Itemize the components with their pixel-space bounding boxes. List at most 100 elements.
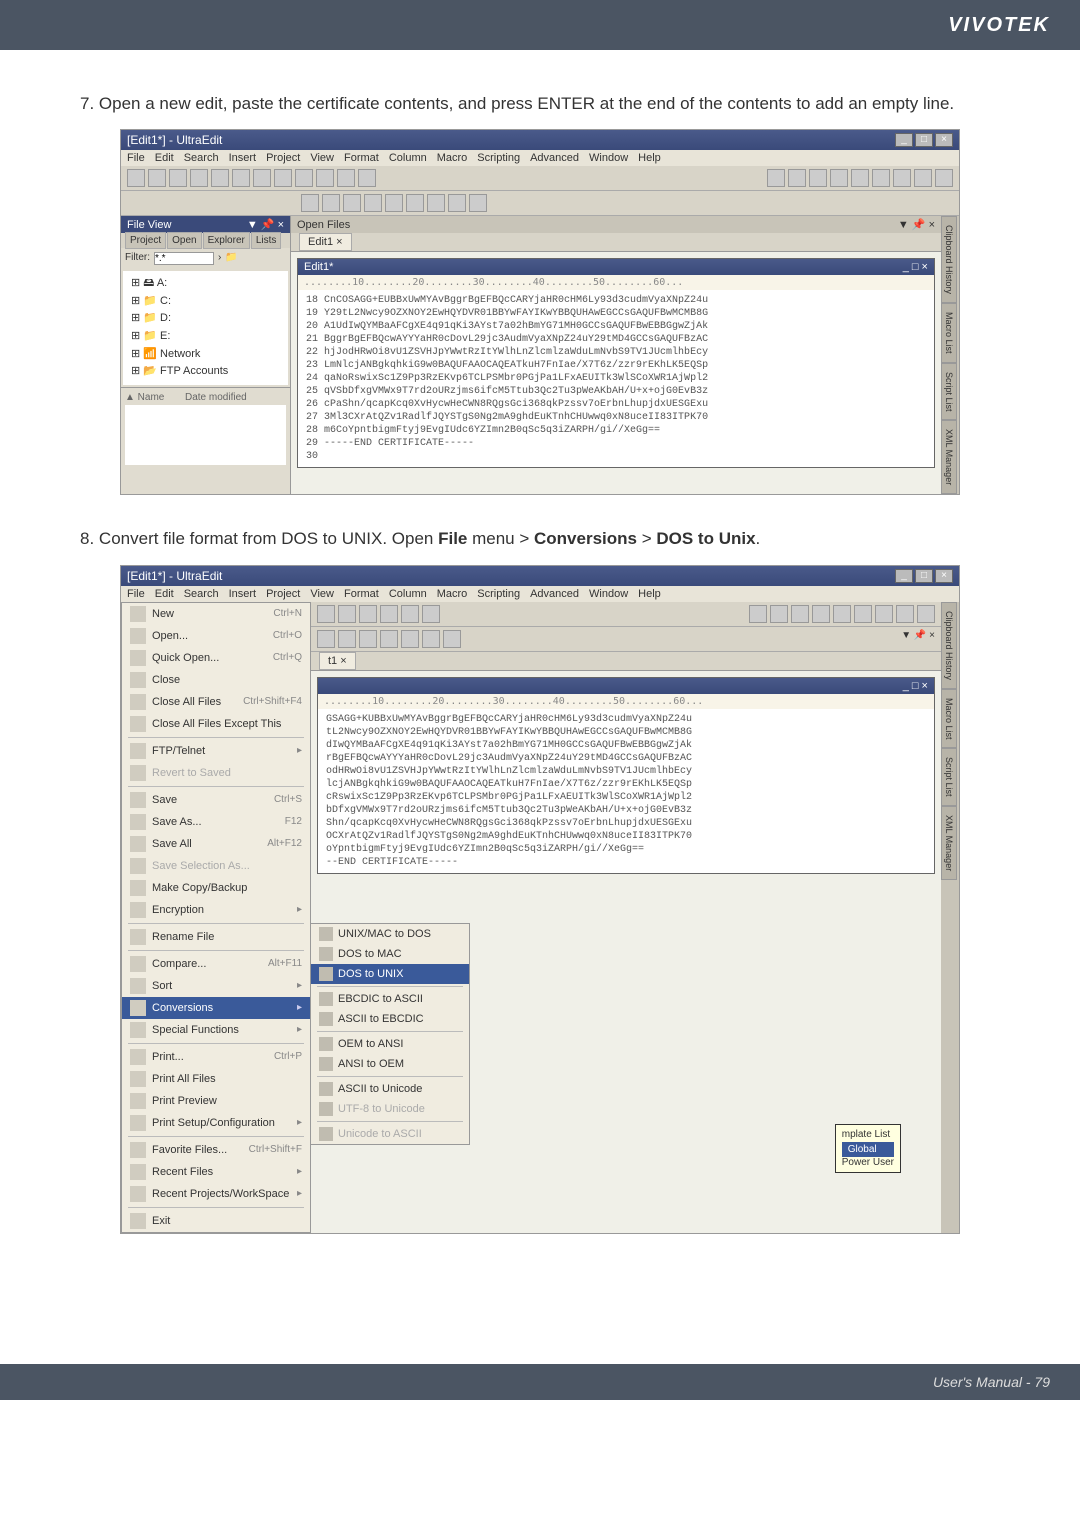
menu-search[interactable]: Search xyxy=(184,588,219,600)
toolbar-icon[interactable] xyxy=(127,169,145,187)
ss1-tree[interactable]: ⊞ 🖴 A:⊞ 📁 C:⊞ 📁 D:⊞ 📁 E:⊞ 📶 Network⊞ 📂 F… xyxy=(123,271,288,385)
menuitem-new[interactable]: NewCtrl+N xyxy=(122,603,310,625)
menuitem-recent-files[interactable]: Recent Files▸ xyxy=(122,1161,310,1183)
toolbar-icon[interactable] xyxy=(169,169,187,187)
toolbar-icon[interactable] xyxy=(380,630,398,648)
menu-column[interactable]: Column xyxy=(389,588,427,600)
toolbar-icon[interactable] xyxy=(301,194,319,212)
toolbar-icon[interactable] xyxy=(812,605,830,623)
edit-tab[interactable]: t1 × xyxy=(319,652,356,670)
toolbar-icon[interactable] xyxy=(364,194,382,212)
sidepanel-macro-list[interactable]: Macro List xyxy=(941,689,957,749)
certificate-text[interactable]: 18 CnCOSAGG+EUBBxUwMYAvBggrBgEFBQcCARYja… xyxy=(298,290,934,467)
certificate-text[interactable]: GSAGG+KUBBxUwMYAvBggrBgEFBQcCARYjaHR0cHM… xyxy=(318,709,934,873)
menu-edit[interactable]: Edit xyxy=(155,588,174,600)
filter-go-icon[interactable]: › xyxy=(218,252,221,265)
menuitem-compare-[interactable]: Compare...Alt+F11 xyxy=(122,953,310,975)
menuitem-open-[interactable]: Open...Ctrl+O xyxy=(122,625,310,647)
col-name[interactable]: ▲ Name xyxy=(125,392,185,403)
toolbar-icon[interactable] xyxy=(427,194,445,212)
toolbar-icon[interactable] xyxy=(359,630,377,648)
menu-insert[interactable]: Insert xyxy=(229,588,257,600)
sidepanel-script-list[interactable]: Script List xyxy=(941,748,957,806)
menuitem-save-all[interactable]: Save AllAlt+F12 xyxy=(122,833,310,855)
toolbar-icon[interactable] xyxy=(749,605,767,623)
toolbar-icon[interactable] xyxy=(791,605,809,623)
menuitem-print-preview[interactable]: Print Preview xyxy=(122,1090,310,1112)
menu-view[interactable]: View xyxy=(310,152,334,164)
menu-format[interactable]: Format xyxy=(344,588,379,600)
edit-tab[interactable]: Edit1 × xyxy=(299,233,352,251)
menu-search[interactable]: Search xyxy=(184,152,219,164)
menuitem-close-all-files-except-this[interactable]: Close All Files Except This xyxy=(122,713,310,735)
menu-help[interactable]: Help xyxy=(638,152,661,164)
menuitem-close[interactable]: Close xyxy=(122,669,310,691)
submenu-dos-to-mac[interactable]: DOS to MAC xyxy=(311,944,469,964)
minimize-button[interactable]: _ xyxy=(895,569,913,583)
toolbar-icon[interactable] xyxy=(770,605,788,623)
toolbar-icon[interactable] xyxy=(401,605,419,623)
filter-input[interactable] xyxy=(154,252,214,265)
submenu-oem-to-ansi[interactable]: OEM to ANSI xyxy=(311,1034,469,1054)
submenu-dos-to-unix[interactable]: DOS to UNIX xyxy=(311,964,469,984)
menuitem-revert-to-saved[interactable]: Revert to Saved xyxy=(122,762,310,784)
menu-help[interactable]: Help xyxy=(638,588,661,600)
toolbar-icon[interactable] xyxy=(232,169,250,187)
side-tab-explorer[interactable]: Explorer xyxy=(203,232,250,249)
tree-item[interactable]: ⊞ 📁 D: xyxy=(131,310,280,328)
toolbar-icon[interactable] xyxy=(448,194,466,212)
submenu-unix-mac-to-dos[interactable]: UNIX/MAC to DOS xyxy=(311,924,469,944)
menu-window[interactable]: Window xyxy=(589,152,628,164)
toolbar-icon[interactable] xyxy=(851,169,869,187)
toolbar-icon[interactable] xyxy=(809,169,827,187)
minimize-button[interactable]: _ xyxy=(895,133,913,147)
toolbar-icon[interactable] xyxy=(148,169,166,187)
toolbar-icon[interactable] xyxy=(211,169,229,187)
menuitem-recent-projects-workspace[interactable]: Recent Projects/WorkSpace▸ xyxy=(122,1183,310,1205)
menuitem-save-as-[interactable]: Save As...F12 xyxy=(122,811,310,833)
maximize-button[interactable]: □ xyxy=(915,569,933,583)
toolbar-icon[interactable] xyxy=(380,605,398,623)
panel-pin-icon[interactable]: ▼ 📌 × xyxy=(247,218,284,231)
toolbar-icon[interactable] xyxy=(253,169,271,187)
menu-insert[interactable]: Insert xyxy=(229,152,257,164)
toolbar-icon[interactable] xyxy=(896,605,914,623)
toolbar-icon[interactable] xyxy=(401,630,419,648)
menu-column[interactable]: Column xyxy=(389,152,427,164)
tree-item[interactable]: ⊞ 📂 FTP Accounts xyxy=(131,363,280,381)
file-menu[interactable]: UNIX/MAC to DOSDOS to MACDOS to UNIXEBCD… xyxy=(121,602,311,1233)
menuitem-encryption[interactable]: Encryption▸ xyxy=(122,899,310,921)
submenu-unicode-to-ascii[interactable]: Unicode to ASCII xyxy=(311,1124,469,1144)
side-tab-open[interactable]: Open xyxy=(167,232,201,249)
tree-item[interactable]: ⊞ 📁 C: xyxy=(131,293,280,311)
sidepanel-clipboard-history[interactable]: Clipboard History xyxy=(941,602,957,689)
menu-file[interactable]: File xyxy=(127,152,145,164)
menuitem-conversions[interactable]: Conversions▸ xyxy=(122,997,310,1019)
menuitem-print-setup-configuration[interactable]: Print Setup/Configuration▸ xyxy=(122,1112,310,1134)
menuitem-special-functions[interactable]: Special Functions▸ xyxy=(122,1019,310,1041)
submenu-ascii-to-unicode[interactable]: ASCII to Unicode xyxy=(311,1079,469,1099)
toolbar-icon[interactable] xyxy=(190,169,208,187)
menuitem-favorite-files-[interactable]: Favorite Files...Ctrl+Shift+F xyxy=(122,1139,310,1161)
menu-view[interactable]: View xyxy=(310,588,334,600)
menu-advanced[interactable]: Advanced xyxy=(530,152,579,164)
menu-window[interactable]: Window xyxy=(589,588,628,600)
menu-scripting[interactable]: Scripting xyxy=(477,152,520,164)
side-tab-project[interactable]: Project xyxy=(125,232,166,249)
toolbar-icon[interactable] xyxy=(854,605,872,623)
toolbar-icon[interactable] xyxy=(317,605,335,623)
menu-format[interactable]: Format xyxy=(344,152,379,164)
toolbar-icon[interactable] xyxy=(872,169,890,187)
menu-project[interactable]: Project xyxy=(266,152,300,164)
maximize-button[interactable]: □ xyxy=(915,133,933,147)
toolbar-icon[interactable] xyxy=(893,169,911,187)
close-button[interactable]: × xyxy=(935,569,953,583)
submenu-utf-to-unicode[interactable]: UTF-8 to Unicode xyxy=(311,1099,469,1119)
toolbar-icon[interactable] xyxy=(343,194,361,212)
panel-controls[interactable]: ▼ 📌 × xyxy=(901,630,935,648)
close-button[interactable]: × xyxy=(935,133,953,147)
menu-scripting[interactable]: Scripting xyxy=(477,588,520,600)
sidepanel-clipboard-history[interactable]: Clipboard History xyxy=(941,216,957,303)
toolbar-icon[interactable] xyxy=(917,605,935,623)
menu-edit[interactable]: Edit xyxy=(155,152,174,164)
